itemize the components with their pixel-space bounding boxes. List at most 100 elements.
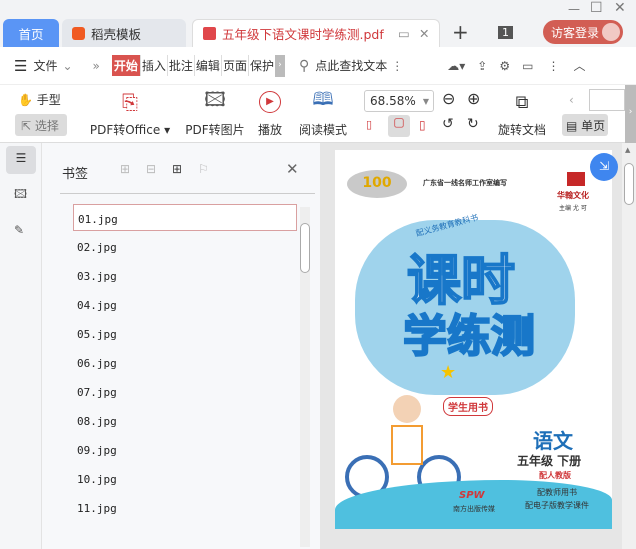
tab-count-badge[interactable]: 1 bbox=[498, 26, 513, 39]
bookmark-item[interactable]: 03.jpg bbox=[73, 262, 297, 289]
ribbon-tab-insert[interactable]: 插入 bbox=[139, 55, 167, 76]
annotation-icon[interactable]: ✎ bbox=[14, 223, 24, 237]
page-icon: ▤ bbox=[566, 119, 578, 133]
zoom-out-icon[interactable]: ⊖ bbox=[442, 89, 455, 108]
document-scrollbar[interactable]: ▲ bbox=[622, 143, 636, 549]
read-mode-button[interactable]: 🕮 阅读模式 bbox=[296, 89, 350, 138]
rotate-document-button[interactable]: ⧉ 旋转文档 bbox=[494, 89, 550, 138]
cover-brand: 华翰文化 bbox=[557, 191, 589, 200]
book-icon: 🕮 bbox=[312, 89, 334, 110]
close-window-icon[interactable]: ✕ bbox=[614, 0, 626, 16]
cover-editor: 广东省一线名师工作室编写 bbox=[423, 179, 507, 187]
star-icon: ★ bbox=[440, 362, 457, 383]
convert-float-button[interactable]: ⇲ bbox=[590, 153, 618, 181]
ribbon-tab-page[interactable]: 页面 bbox=[220, 55, 248, 76]
more-vertical-icon[interactable]: ⋮ bbox=[547, 59, 559, 73]
settings-icon[interactable]: ⚙ bbox=[499, 59, 510, 73]
bookmark-item[interactable]: 10.jpg bbox=[73, 465, 297, 492]
page-number-input[interactable] bbox=[589, 89, 625, 111]
login-button[interactable]: 访客登录 bbox=[543, 20, 623, 44]
cover-subject: 语文 bbox=[533, 429, 573, 453]
cover-edition: 配人教版 bbox=[539, 471, 571, 480]
ribbon-tab-start[interactable]: 开始 bbox=[111, 55, 140, 76]
share-icon[interactable]: ⇪ bbox=[477, 59, 487, 73]
rotate-document-label: 旋转文档 bbox=[497, 123, 546, 137]
logo-100: 100 bbox=[347, 170, 407, 198]
bookmark-item[interactable]: 08.jpg bbox=[73, 407, 297, 434]
select-tool-button[interactable]: ⇱ 选择 bbox=[15, 114, 67, 136]
remove-bookmark-icon[interactable]: ⊟ bbox=[146, 162, 156, 176]
zoom-value: 68.58% bbox=[370, 94, 416, 108]
bookmark-item[interactable]: 02.jpg bbox=[73, 233, 297, 260]
rotate-left-icon[interactable]: ↺ bbox=[442, 116, 454, 132]
toolbar-scroll-right[interactable]: › bbox=[625, 85, 636, 143]
close-panel-icon[interactable]: ✕ bbox=[286, 160, 299, 178]
bookmark-item[interactable]: 01.jpg bbox=[73, 204, 297, 231]
fit-width-icon[interactable]: ▯ bbox=[419, 118, 426, 132]
cloud-icon[interactable]: ☁▾ bbox=[447, 59, 465, 73]
bookmark-item[interactable]: 06.jpg bbox=[73, 349, 297, 376]
thumbnail-icon[interactable]: 🖾 bbox=[14, 185, 27, 206]
actual-size-icon[interactable]: ▯ bbox=[366, 118, 372, 131]
pdf-to-office-button[interactable]: ⎘ PDF转Office ▾ bbox=[88, 89, 172, 138]
pdf-page: 100 广东省一线名师工作室编写 华翰文化 主编 尤 可 配义务教育教科书 课时… bbox=[335, 150, 612, 529]
zoom-select[interactable]: 68.58% ▼ bbox=[364, 90, 434, 112]
login-label: 访客登录 bbox=[551, 26, 600, 40]
left-sidebar: ☰ 🖾 ✎ bbox=[0, 143, 42, 549]
tab-home[interactable]: 首页 bbox=[3, 19, 59, 47]
cover-extra-1: 配教师用书 bbox=[537, 488, 577, 497]
prev-page-icon[interactable]: ‹ bbox=[569, 93, 574, 107]
tab-pdf-document[interactable]: 五年级下语文课时学练测.pdf ▭ ✕ bbox=[192, 19, 440, 47]
tab-label: 首页 bbox=[18, 26, 44, 42]
tab-label: 稻壳模板 bbox=[91, 26, 142, 42]
minimize-icon[interactable]: — bbox=[568, 2, 580, 16]
tab-templates[interactable]: 稻壳模板 bbox=[62, 19, 186, 47]
search-icon[interactable]: ⚲ bbox=[299, 58, 309, 74]
collapse-ribbon-icon[interactable]: ︿ bbox=[573, 57, 585, 74]
ribbon-tab-edit[interactable]: 编辑 bbox=[193, 55, 221, 76]
ribbon-tab-annotate[interactable]: 批注 bbox=[166, 55, 194, 76]
single-page-button[interactable]: ▤ 单页 bbox=[562, 114, 608, 136]
comment-icon[interactable]: ▭ bbox=[522, 59, 533, 73]
ribbon-scroll-right[interactable]: › bbox=[274, 54, 285, 77]
bookmark-item[interactable]: 11.jpg bbox=[73, 494, 297, 521]
search-input[interactable]: 点此查找文本 bbox=[315, 57, 387, 74]
read-mode-label: 阅读模式 bbox=[298, 123, 347, 137]
hand-tool-button[interactable]: ✋ 手型 bbox=[18, 91, 61, 108]
bookmark-item[interactable]: 07.jpg bbox=[73, 378, 297, 405]
chevron-down-icon: ⌄ bbox=[62, 58, 73, 73]
cover-publisher: 南方出版传媒 bbox=[453, 505, 495, 513]
pdf-to-image-label: PDF转图片 bbox=[185, 123, 245, 137]
play-label: 播放 bbox=[257, 123, 282, 137]
bookmark-panel-icon[interactable]: ☰ bbox=[6, 146, 36, 174]
ribbon-tab-protect[interactable]: 保护 bbox=[247, 55, 275, 76]
pdf-to-office-label: PDF转Office bbox=[89, 123, 161, 137]
more-icon[interactable]: » bbox=[93, 59, 100, 73]
file-menu[interactable]: 文件 bbox=[33, 57, 57, 74]
maximize-icon[interactable]: ☐ bbox=[590, 0, 603, 16]
zoom-in-icon[interactable]: ⊕ bbox=[467, 89, 480, 108]
divider bbox=[60, 193, 315, 194]
bookmark-item[interactable]: 05.jpg bbox=[73, 320, 297, 347]
add-bookmark-icon[interactable]: ⊞ bbox=[120, 162, 130, 176]
docer-icon bbox=[72, 26, 85, 40]
hand-label: 手型 bbox=[36, 93, 61, 107]
bookmark-icon[interactable]: ⚐ bbox=[198, 162, 209, 176]
rotate-right-icon[interactable]: ↻ bbox=[467, 116, 479, 132]
bookmark-item[interactable]: 04.jpg bbox=[73, 291, 297, 318]
pdf-to-image-button[interactable]: 🖾 PDF转图片 bbox=[183, 87, 247, 138]
play-icon: ▶ bbox=[254, 89, 286, 115]
fit-page-icon[interactable]: ▢ bbox=[388, 115, 410, 137]
single-page-label: 单页 bbox=[581, 119, 606, 133]
new-bookmark-icon[interactable]: ⊞ bbox=[172, 162, 182, 176]
menu-icon[interactable]: ☰ bbox=[14, 57, 27, 75]
close-tab-icon[interactable]: ✕ bbox=[419, 26, 429, 41]
panel-scrollbar[interactable] bbox=[300, 207, 310, 547]
bookmark-item[interactable]: 09.jpg bbox=[73, 436, 297, 463]
new-tab-icon[interactable]: + bbox=[452, 20, 469, 44]
cover-title-2: 学练测 bbox=[402, 310, 536, 363]
kebab-icon[interactable]: ⋮ bbox=[391, 59, 403, 73]
play-button[interactable]: ▶ 播放 bbox=[254, 89, 286, 138]
pin-icon[interactable]: ▭ bbox=[398, 26, 410, 41]
bookmark-panel: 书签 ⊞ ⊟ ⊞ ⚐ ✕ 01.jpg 02.jpg 03.jpg 04.jpg 05.… bbox=[42, 143, 320, 549]
